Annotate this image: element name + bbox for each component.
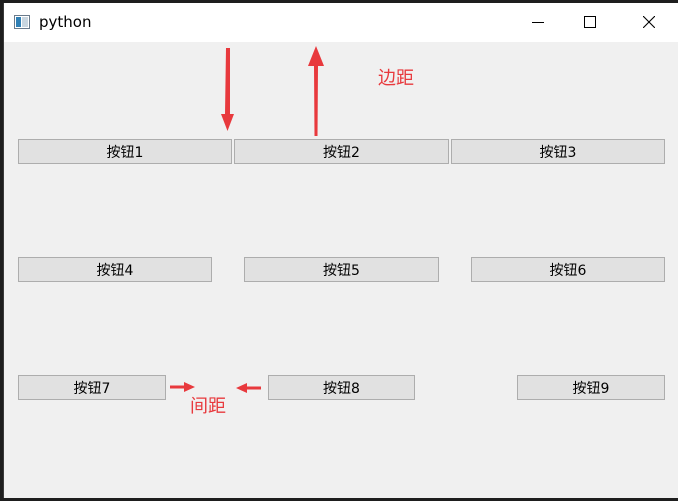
spacing-arrow-right bbox=[170, 382, 195, 392]
spacing-annotation: 间距 bbox=[190, 396, 226, 417]
margin-arrow-down bbox=[221, 48, 234, 131]
screen: python 按钮1 按钮2 按钮3 按钮4 按钮5 按钮6 按钮7 按钮8 按… bbox=[0, 0, 678, 501]
annotation-arrows bbox=[170, 46, 324, 393]
spacing-arrow-left bbox=[236, 383, 261, 393]
margin-annotation: 边距 bbox=[378, 68, 414, 89]
margin-arrow-up bbox=[308, 46, 324, 136]
